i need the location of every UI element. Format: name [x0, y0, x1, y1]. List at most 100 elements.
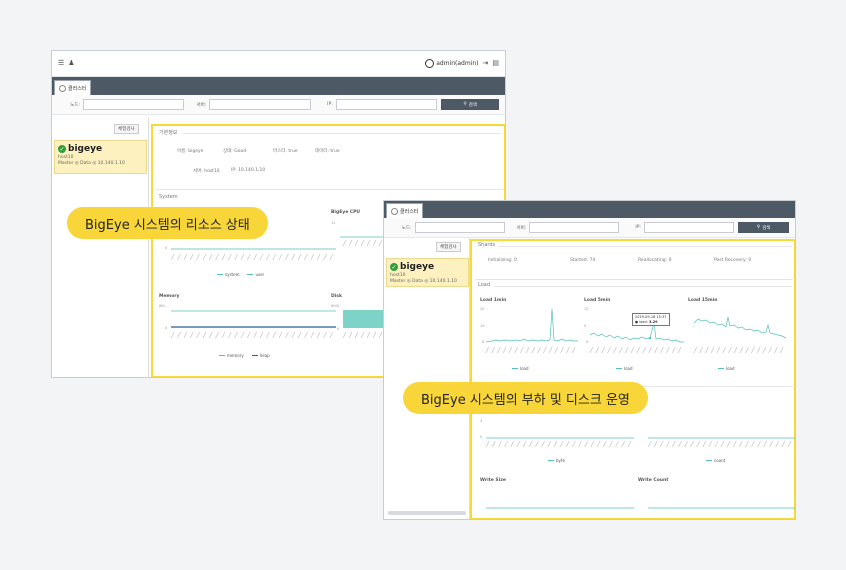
x-tick	[559, 440, 564, 448]
x-tick	[360, 331, 365, 339]
x-tick	[285, 253, 289, 261]
top-bar: ☰ ♟ admin(admin) ⇥ ▤	[52, 51, 505, 77]
x-tick	[240, 331, 245, 339]
logout-icon[interactable]: ⇥	[483, 60, 489, 67]
node-role-ip: Master ◎ Data ◎ 10.140.1.10	[58, 161, 125, 166]
x-tick	[291, 331, 296, 339]
x-tick	[378, 239, 383, 247]
menu-icon[interactable]: ☰	[58, 60, 64, 67]
chart-legend: load	[616, 366, 633, 371]
nav-bar: 클러스터	[384, 201, 795, 218]
tooltip-line: ● load: 3.29	[635, 320, 667, 325]
x-tick	[710, 346, 715, 354]
tab-cluster[interactable]: 클러스터	[386, 203, 424, 218]
x-tick	[221, 331, 226, 339]
x-tick	[491, 440, 496, 448]
x-tick	[751, 440, 755, 448]
ip-filter-input[interactable]	[335, 99, 438, 110]
x-tick	[372, 239, 377, 247]
server-filter-input[interactable]	[529, 222, 620, 233]
x-tick	[183, 253, 188, 261]
x-axis-ticks	[170, 331, 334, 339]
x-axis-ticks	[170, 253, 334, 261]
user-label[interactable]: admin(admin)	[436, 60, 478, 67]
node-card[interactable]: ✓ bigeye host10 Master ◎ Data ◎ 10.140.1…	[386, 258, 469, 287]
x-tick	[726, 440, 731, 448]
node-filter-input[interactable]	[414, 222, 505, 233]
node-sidebar: 체험검사 ✓ bigeye host10 Master ◎ Data ◎ 10.…	[52, 118, 149, 377]
x-tick	[684, 440, 688, 448]
node-name-label: bigeye	[68, 144, 103, 154]
settings-icon[interactable]: ▤	[492, 60, 499, 67]
bell-icon[interactable]: ♟	[68, 60, 74, 67]
x-tick	[745, 440, 749, 448]
node-host: host10	[58, 155, 74, 160]
legend-load: load	[520, 366, 529, 371]
legend-byte: byte	[556, 458, 565, 463]
x-tick	[234, 253, 238, 261]
x-tick	[690, 440, 694, 448]
x-tick	[234, 331, 238, 339]
node-filter-input[interactable]	[82, 99, 185, 110]
x-tick	[348, 331, 353, 339]
x-tick	[215, 331, 219, 339]
chart-legend: memory heap	[219, 353, 270, 358]
x-tick	[329, 331, 334, 339]
x-tick	[613, 346, 617, 354]
x-tick	[768, 346, 772, 354]
sidebar-check-button[interactable]: 체험검사	[436, 242, 461, 252]
horizontal-scrollbar[interactable]	[388, 511, 466, 515]
axis-label: 0	[165, 326, 168, 330]
write-baseline	[486, 507, 795, 509]
x-tick	[266, 253, 270, 261]
x-tick	[584, 440, 589, 448]
x-tick	[247, 253, 251, 261]
x-tick	[647, 440, 652, 448]
sidebar-check-button[interactable]: 체험검사	[114, 124, 139, 134]
x-tick	[177, 331, 181, 339]
x-tick	[285, 331, 289, 339]
x-tick	[259, 331, 264, 339]
x-tick	[572, 440, 576, 448]
x-tick	[485, 440, 490, 448]
x-tick	[304, 253, 308, 261]
x-tick	[763, 440, 767, 448]
x-tick	[240, 253, 245, 261]
x-tick	[228, 253, 232, 261]
axis-label: 600L	[331, 304, 340, 308]
x-tick	[621, 440, 626, 448]
x-tick	[745, 346, 749, 354]
x-tick	[601, 346, 605, 354]
search-button[interactable]: ⚲ 검색	[441, 99, 499, 110]
x-axis-ticks	[693, 346, 784, 354]
x-tick	[196, 253, 200, 261]
x-tick	[215, 253, 219, 261]
x-tick	[548, 346, 553, 354]
node-card[interactable]: ✓ bigeye host10 Master ◎ Data ◎ 10.140.1…	[54, 140, 147, 174]
x-tick	[366, 239, 371, 247]
x-tick	[208, 253, 213, 261]
x-tick	[677, 346, 682, 354]
search-icon: ⚲	[463, 102, 467, 107]
x-tick	[354, 239, 359, 247]
chart-title: Load 5min	[584, 298, 611, 303]
cluster-icon	[391, 207, 398, 215]
x-tick	[732, 440, 737, 448]
x-tick	[189, 331, 194, 339]
node-sidebar: 체험검사 ✓ bigeye host10 Master ◎ Data ◎ 10.…	[384, 238, 470, 519]
ip-filter-input[interactable]	[643, 222, 735, 233]
tab-cluster[interactable]: 클러스터	[54, 80, 92, 95]
x-tick	[297, 331, 302, 339]
x-tick	[514, 346, 518, 354]
x-tick	[247, 331, 251, 339]
search-button-label: 검색	[762, 225, 771, 231]
legend-user: user	[255, 272, 265, 277]
x-tick	[547, 440, 552, 448]
search-button[interactable]: ⚲ 검색	[738, 222, 789, 233]
x-tick	[272, 331, 276, 339]
info-ip: IP: 10.140.1.10	[231, 168, 266, 173]
server-filter-input[interactable]	[209, 99, 311, 110]
x-tick	[297, 253, 302, 261]
user-avatar-icon[interactable]	[425, 59, 435, 68]
divider	[475, 279, 793, 280]
